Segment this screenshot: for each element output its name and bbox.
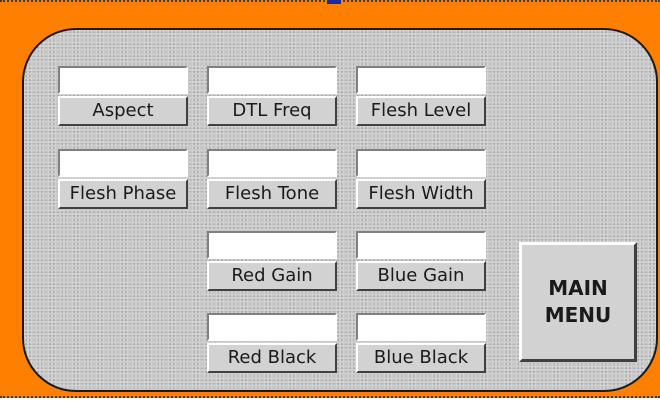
aspect-button[interactable]: Aspect <box>58 96 188 126</box>
blue-black-button[interactable]: Blue Black <box>356 343 486 373</box>
flesh-width-value-field[interactable] <box>356 149 486 177</box>
main-menu-button[interactable]: MAIN MENU <box>519 242 637 362</box>
dtl-freq-control: DTL Freq <box>207 66 337 126</box>
blue-black-value-field[interactable] <box>356 313 486 341</box>
blue-black-control: Blue Black <box>356 313 486 373</box>
top-marker <box>327 0 341 4</box>
flesh-phase-value-field[interactable] <box>58 149 188 177</box>
main-menu-label-line2: MENU <box>544 303 612 327</box>
flesh-width-control: Flesh Width <box>356 149 486 209</box>
red-gain-control: Red Gain <box>207 231 337 291</box>
flesh-tone-value-field[interactable] <box>207 149 337 177</box>
flesh-level-value-field[interactable] <box>356 66 486 94</box>
red-black-button[interactable]: Red Black <box>207 343 337 373</box>
aspect-control: Aspect <box>58 66 188 126</box>
aspect-value-field[interactable] <box>58 66 188 94</box>
red-gain-value-field[interactable] <box>207 231 337 259</box>
blue-gain-value-field[interactable] <box>356 231 486 259</box>
flesh-tone-button[interactable]: Flesh Tone <box>207 179 337 209</box>
dtl-freq-button[interactable]: DTL Freq <box>207 96 337 126</box>
flesh-width-button[interactable]: Flesh Width <box>356 179 486 209</box>
main-menu-label-line1: MAIN <box>548 276 608 300</box>
dtl-freq-value-field[interactable] <box>207 66 337 94</box>
flesh-phase-control: Flesh Phase <box>58 149 188 209</box>
flesh-phase-button[interactable]: Flesh Phase <box>58 179 188 209</box>
blue-gain-control: Blue Gain <box>356 231 486 291</box>
red-gain-button[interactable]: Red Gain <box>207 261 337 291</box>
red-black-control: Red Black <box>207 313 337 373</box>
flesh-tone-control: Flesh Tone <box>207 149 337 209</box>
red-black-value-field[interactable] <box>207 313 337 341</box>
flesh-level-control: Flesh Level <box>356 66 486 126</box>
flesh-level-button[interactable]: Flesh Level <box>356 96 486 126</box>
blue-gain-button[interactable]: Blue Gain <box>356 261 486 291</box>
